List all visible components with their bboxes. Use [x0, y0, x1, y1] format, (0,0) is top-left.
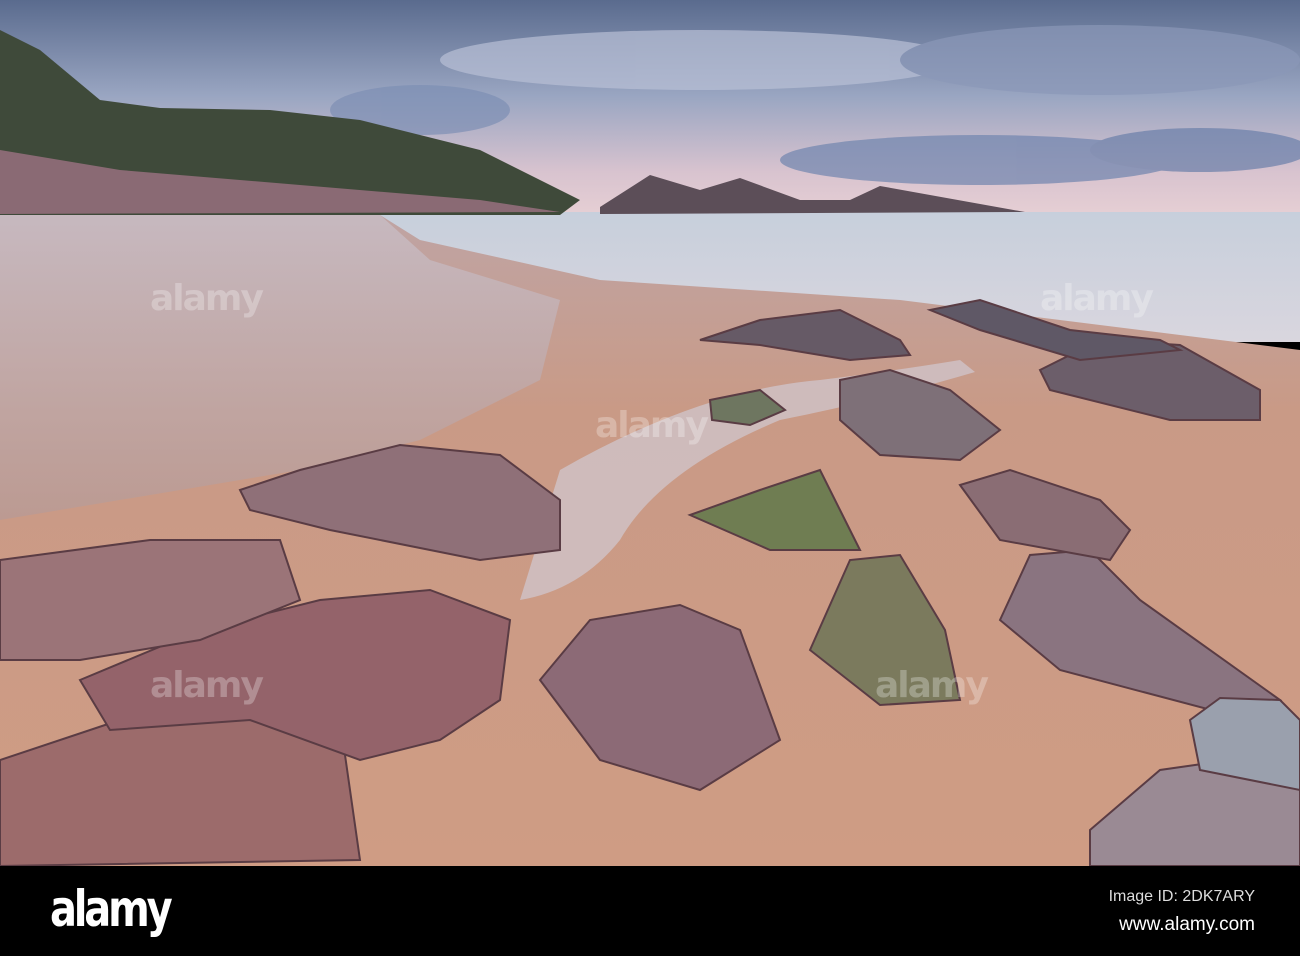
- image-id: Image ID: 2DK7ARY: [1108, 888, 1255, 905]
- footer-bar: alamy Image ID: 2DK7ARY www.alamy.com: [0, 866, 1300, 956]
- watermark: alamy: [150, 665, 264, 706]
- watermark: alamy: [875, 665, 989, 706]
- watermark: alamy: [1040, 278, 1154, 319]
- watermark: alamy: [595, 405, 709, 446]
- website-link[interactable]: www.alamy.com: [1119, 914, 1255, 936]
- watermark: alamy: [150, 278, 264, 319]
- alamy-logo: alamy: [50, 880, 173, 938]
